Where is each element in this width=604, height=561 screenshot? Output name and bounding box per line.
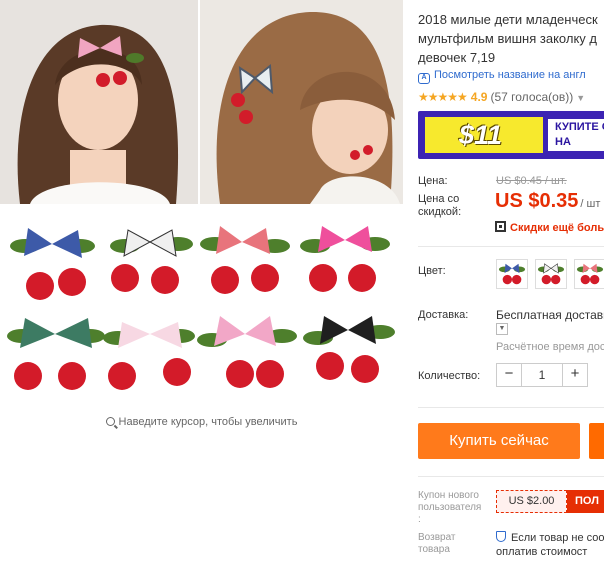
quantity-stepper: − 1 + xyxy=(496,363,588,387)
discount-price: US $0.35/ шт xyxy=(495,190,600,213)
price-label: Цена: xyxy=(418,175,448,187)
chevron-down-icon[interactable]: ▼ xyxy=(496,323,508,335)
qr-code-icon xyxy=(495,221,506,232)
coupon-value: US $2.00 xyxy=(496,490,567,513)
product-photo-girl-right[interactable] xyxy=(200,0,403,204)
more-discounts-link[interactable]: Скидки ещё боль xyxy=(495,221,604,234)
color-swatch[interactable] xyxy=(535,259,567,289)
swatch-thumbnail xyxy=(576,263,604,285)
color-swatch[interactable] xyxy=(574,259,604,289)
quantity-decrease-button[interactable]: − xyxy=(497,364,521,386)
shipping-estimate: Расчётное время дос xyxy=(496,341,604,353)
discount-price-value: US $0.35 xyxy=(495,190,579,212)
rating-stars: ★★★★★ xyxy=(418,90,468,104)
quantity-increase-button[interactable]: + xyxy=(563,364,587,386)
divider xyxy=(418,246,604,247)
image-gallery: Наведите курсор, чтобы увеличить xyxy=(0,0,403,440)
rating-summary[interactable]: ★★★★★ 4.9 (57 голоса(ов)) ▼ xyxy=(418,90,585,104)
chevron-down-icon: ▼ xyxy=(576,93,586,103)
promo-banner[interactable]: $11 КУПИТЕ С НА xyxy=(418,111,604,159)
banner-cta: КУПИТЕ С НА xyxy=(548,119,604,151)
magnifier-icon xyxy=(105,417,115,426)
shipping-label: Доставка: xyxy=(418,309,469,321)
color-swatches xyxy=(496,259,604,289)
banner-price: $11 xyxy=(425,117,543,153)
votes-count: (57 голоса(ов)) xyxy=(490,90,574,104)
discount-price-label: Цена со скидкой: xyxy=(418,193,462,218)
product-title: 2018 милые дети младенческ мультфильм ви… xyxy=(418,12,598,65)
zoom-hint-text: Наведите курсор, чтобы увеличить xyxy=(118,416,298,428)
new-user-coupon-label: Купон нового пользователя : xyxy=(418,490,482,525)
translate-title-link[interactable]: A Посмотреть название на англ xyxy=(418,69,586,84)
returns-label: Возврат товара xyxy=(418,532,456,555)
quantity-input[interactable]: 1 xyxy=(521,364,563,386)
old-price: US $0.45 / шт. xyxy=(496,175,567,187)
buy-now-button[interactable]: Купить сейчас xyxy=(418,423,580,459)
zoom-hint: Наведите курсор, чтобы увеличить xyxy=(0,416,403,428)
quantity-label: Количество: xyxy=(418,370,481,382)
new-user-coupon: US $2.00 ПОЛ xyxy=(496,490,604,513)
get-coupon-button[interactable]: ПОЛ xyxy=(567,490,604,513)
divider xyxy=(418,476,604,477)
swatch-thumbnail xyxy=(498,263,526,285)
product-photo-girl-left[interactable] xyxy=(0,0,198,204)
more-discounts-text: Скидки ещё боль xyxy=(510,222,604,234)
translate-icon: A xyxy=(418,73,430,84)
product-photo-variants[interactable] xyxy=(0,206,403,414)
returns-text: Если товар не соо оплатив стоимост xyxy=(496,532,604,558)
shipping-method[interactable]: Бесплатная доставк xyxy=(496,308,604,322)
color-label: Цвет: xyxy=(418,265,446,277)
girl-photo-illustration xyxy=(200,0,403,204)
translate-link-text: Посмотреть название на англ xyxy=(434,69,586,81)
product-info-panel: 2018 милые дети младенческ мультфильм ви… xyxy=(418,0,604,561)
returns-info: Если товар не соо оплатив стоимост xyxy=(496,531,604,559)
shield-icon xyxy=(496,531,506,542)
divider xyxy=(418,407,604,408)
rating-value: 4.9 xyxy=(470,90,488,104)
girl-photo-illustration xyxy=(0,0,198,204)
add-to-cart-button[interactable] xyxy=(589,423,604,459)
color-swatch[interactable] xyxy=(496,259,528,289)
cherry-clips-illustration xyxy=(0,206,403,414)
price-unit: / шт xyxy=(580,198,601,210)
swatch-thumbnail xyxy=(537,263,565,285)
